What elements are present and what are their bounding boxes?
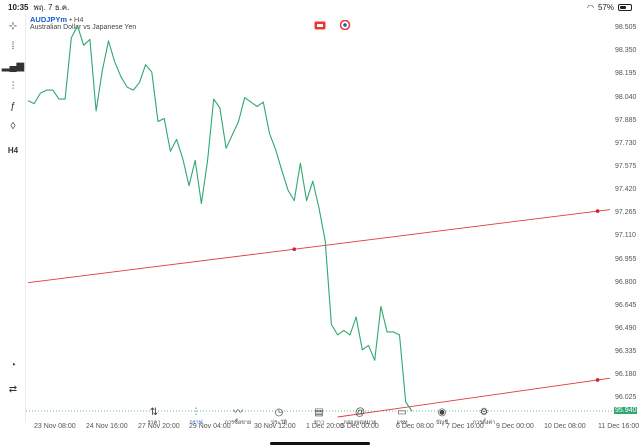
time-tick-label: 10 Dec 08:00 <box>544 423 586 430</box>
price-tick-label: 98.195 <box>615 70 637 78</box>
function-icon[interactable]: ƒ <box>3 97 23 115</box>
price-tick-label: 98.505 <box>615 24 637 32</box>
price-tick-label: 97.885 <box>615 116 637 124</box>
trend-anchor-point[interactable] <box>595 378 600 382</box>
price-tick-label: 96.800 <box>615 278 637 286</box>
current-price-label: 95.940 <box>614 407 638 415</box>
nav-quotes[interactable]: ⇅ ราคา <box>132 407 176 427</box>
trend-anchor-point[interactable] <box>595 209 600 213</box>
price-series-line <box>27 25 413 412</box>
price-tick-label: 98.350 <box>615 47 637 55</box>
nav-trade-label: การซื้อขาย <box>224 420 252 426</box>
nav-chat[interactable]: ▭ แชท <box>380 407 424 427</box>
price-tick-label: 97.575 <box>615 162 637 170</box>
status-right: ◠ 57% <box>587 3 632 12</box>
time-tick-label: 23 Nov 08:00 <box>34 423 76 430</box>
time-tick-label: 11 Dec 16:00 <box>598 423 640 430</box>
price-tick-label: 96.180 <box>615 371 637 379</box>
battery-level <box>620 5 627 9</box>
nav-history-icon: ◷ <box>274 407 284 418</box>
nav-chart-icon: ⫶ <box>194 407 198 418</box>
status-time: 10:35 <box>8 2 29 12</box>
nav-settings-icon: ⚙ <box>479 407 489 418</box>
nav-quotes-icon: ⇅ <box>149 407 159 418</box>
nav-history-label: ประวัติ <box>270 420 288 426</box>
timer-icon[interactable]: ◔ <box>3 356 23 374</box>
crosshair-icon[interactable]: ⊹ <box>3 17 23 35</box>
price-chart[interactable] <box>26 14 614 422</box>
wifi-icon: ◠ <box>587 2 594 12</box>
nav-account-icon: ◉ <box>437 407 447 418</box>
nav-chart[interactable]: ⫶ กราฟ <box>174 407 218 427</box>
objects-icon[interactable]: ◊ <box>3 117 23 135</box>
price-tick-label: 96.025 <box>615 394 637 402</box>
trend-anchor-point[interactable] <box>292 247 297 252</box>
nav-chart-label: กราฟ <box>189 420 203 426</box>
nav-settings[interactable]: ⚙ การตั้งค่า <box>462 407 506 427</box>
price-tick-label: 96.955 <box>615 255 637 263</box>
price-tick-label: 98.040 <box>615 93 637 101</box>
price-tick-label: 97.730 <box>615 139 637 147</box>
price-tick-label: 96.645 <box>615 301 637 309</box>
battery-icon <box>618 3 632 11</box>
nav-news-label: ข่าว <box>314 420 324 426</box>
price-tick-label: 97.265 <box>615 209 637 217</box>
nav-history[interactable]: ◷ ประวัติ <box>257 407 301 427</box>
nav-account-label: บัญชี <box>436 420 448 426</box>
price-tick-label: 96.335 <box>615 348 637 356</box>
nav-trade-icon: 〰 <box>233 407 243 418</box>
nav-trade[interactable]: 〰 การซื้อขาย <box>216 407 260 427</box>
trade-icon[interactable]: ⇄ <box>3 380 23 398</box>
battery-percent: 57% <box>597 2 614 12</box>
nav-mailbox-label: กล่องจดหมาย <box>343 420 377 426</box>
nav-news-icon: ▤ <box>314 407 324 418</box>
price-tick-label: 96.490 <box>615 324 637 332</box>
nav-news[interactable]: ▤ ข่าว <box>297 407 341 427</box>
nav-mailbox-icon: @ <box>354 407 366 418</box>
status-bar: 10:35 พฤ. 7 ธ.ค. ◠ 57% <box>0 0 640 14</box>
nav-chat-label: แชท <box>396 420 408 426</box>
timeframe-button[interactable]: H4 <box>3 141 23 159</box>
nav-settings-label: การตั้งค่า <box>472 420 496 426</box>
price-axis: 98.505 98.350 98.195 98.040 97.885 97.730 97.5… <box>614 14 640 422</box>
indicators-icon[interactable]: ▂▄▆ <box>2 57 24 75</box>
price-tick-label: 97.110 <box>615 232 636 240</box>
nav-mailbox[interactable]: @ กล่องจดหมาย <box>338 407 382 427</box>
nav-chat-icon: ▭ <box>397 407 407 418</box>
home-indicator <box>270 442 370 445</box>
time-tick-label: 24 Nov 16:00 <box>86 423 128 430</box>
left-toolbar: ⊹ ⁞ ▂▄▆ ⫶ ƒ ◊ H4 ◔ ⇄ <box>0 14 26 422</box>
nav-quotes-label: ราคา <box>147 420 161 426</box>
trend-line-1[interactable] <box>27 209 611 284</box>
nav-account[interactable]: ◉ บัญชี <box>420 407 464 427</box>
adjust-icon[interactable]: ⫶ <box>3 77 23 95</box>
status-date: พฤ. 7 ธ.ค. <box>33 2 70 12</box>
price-tick-label: 97.420 <box>615 186 637 194</box>
chart-type-icon[interactable]: ⁞ <box>3 37 23 55</box>
